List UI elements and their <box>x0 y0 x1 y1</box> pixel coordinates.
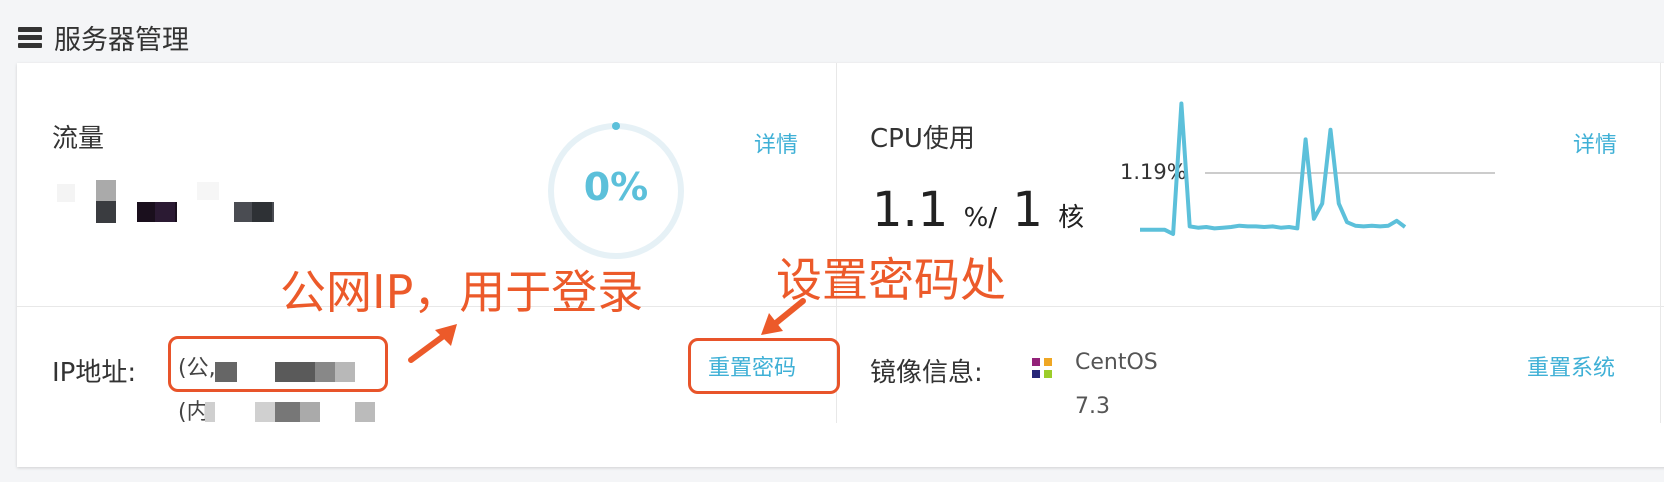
reset-password-annotation: 设置密码处 <box>776 253 1006 307</box>
reset-password-highlight-box <box>688 338 840 394</box>
cpu-cores-unit: 核 <box>1058 203 1085 233</box>
cpu-sparkline <box>1140 101 1495 236</box>
reset-system-link[interactable]: 重置系统 <box>1527 350 1615 382</box>
cpu-usage-unit: % <box>963 203 989 233</box>
traffic-masked-value <box>52 180 282 225</box>
cpu-separator: / <box>988 203 998 233</box>
cpu-detail-link[interactable]: 详情 <box>1573 127 1617 159</box>
cpu-series-line <box>1140 101 1407 236</box>
image-label: 镜像信息: <box>870 358 983 388</box>
traffic-gauge-value: 0% <box>583 165 649 209</box>
traffic-title: 流量 <box>52 124 105 154</box>
cpu-usage-readout: 1.1 %/ 1 核 <box>872 182 1084 238</box>
cpu-title: CPU使用 <box>870 124 975 154</box>
server-list-icon <box>18 27 42 49</box>
centos-logo-icon <box>1030 356 1054 380</box>
cpu-usage-value: 1.1 <box>872 182 949 238</box>
cpu-cores-value: 1 <box>1012 182 1043 238</box>
reset-password-arrow-icon <box>761 298 806 335</box>
public-ip-annotation: 公网IP，用于登录 <box>280 265 644 319</box>
ip-label: IP地址: <box>52 358 137 388</box>
column-divider-right <box>1660 63 1661 423</box>
page-title: 服务器管理 <box>54 25 189 56</box>
public-ip-arrow-icon <box>408 324 457 363</box>
os-name: CentOS <box>1075 350 1158 375</box>
os-version: 7.3 <box>1075 394 1110 419</box>
traffic-detail-link[interactable]: 详情 <box>754 127 798 159</box>
private-ip-masked <box>205 402 380 426</box>
public-ip-highlight-box <box>168 336 388 392</box>
